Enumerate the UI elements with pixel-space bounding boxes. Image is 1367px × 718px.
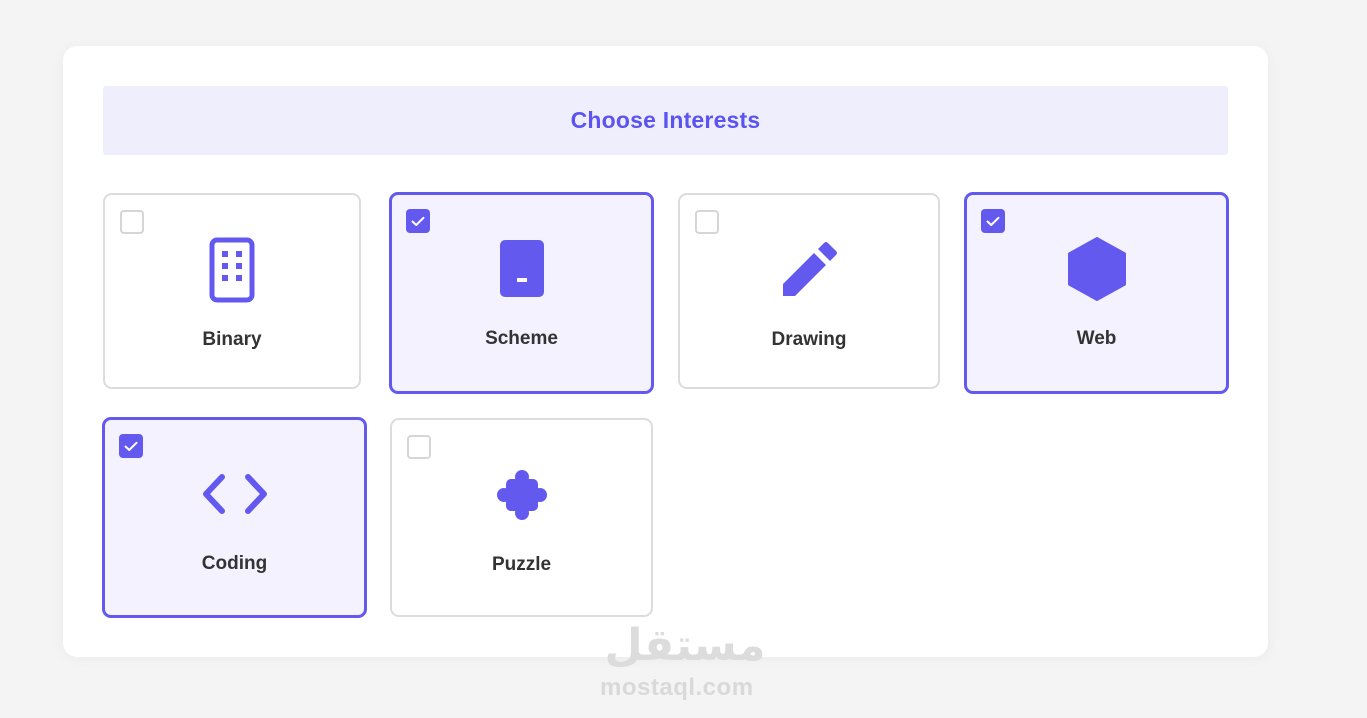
tablet-icon: [392, 236, 651, 302]
interest-tile-puzzle[interactable]: Puzzle: [390, 418, 653, 617]
hexagon-icon: [967, 236, 1226, 302]
building-icon: [105, 237, 359, 303]
checkbox-checked[interactable]: [981, 209, 1005, 233]
watermark-text: mostaql.com: [600, 674, 754, 701]
checkbox-checked[interactable]: [406, 209, 430, 233]
interest-label: Scheme: [485, 328, 558, 349]
pencil-icon: [680, 237, 938, 303]
interest-tile-coding[interactable]: Coding: [102, 417, 367, 618]
checkbox-checked[interactable]: [119, 434, 143, 458]
interest-tile-scheme[interactable]: Scheme: [389, 192, 654, 394]
interest-label: Coding: [201, 553, 268, 574]
checkbox[interactable]: [120, 210, 144, 234]
code-icon: [105, 461, 364, 527]
puzzle-icon: [392, 462, 651, 528]
checkbox[interactable]: [695, 210, 719, 234]
interest-label: Drawing: [771, 329, 847, 350]
interest-tile-binary[interactable]: Binary: [103, 193, 361, 389]
interest-tile-web[interactable]: Web: [964, 192, 1229, 394]
interest-label: Binary: [202, 329, 262, 350]
interest-label: Puzzle: [491, 554, 552, 575]
interest-label: Web: [1076, 328, 1117, 349]
page-title: Choose Interests: [570, 107, 761, 133]
header-banner: Choose Interests: [103, 86, 1228, 155]
interest-tile-drawing[interactable]: Drawing: [678, 193, 940, 389]
interests-card: Choose Interests Binary Scheme Drawing W…: [63, 46, 1268, 657]
checkbox[interactable]: [407, 435, 431, 459]
